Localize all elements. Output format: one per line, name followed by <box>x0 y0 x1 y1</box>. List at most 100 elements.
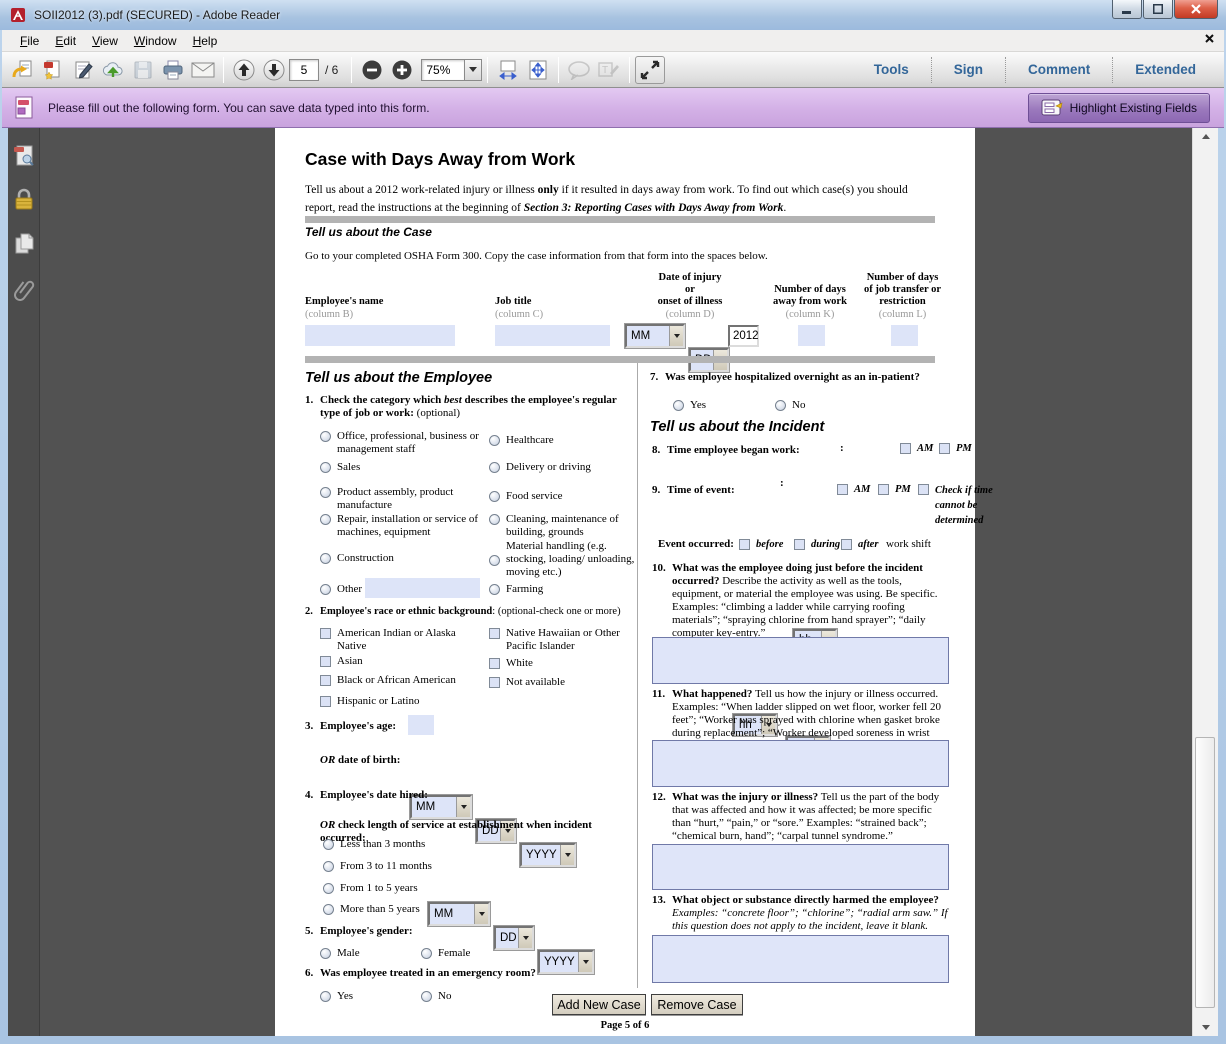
checkbox-icon[interactable] <box>739 539 750 550</box>
menu-window[interactable]: Window <box>126 31 185 51</box>
radio-icon[interactable] <box>320 487 331 498</box>
comment-panel-button[interactable]: Comment <box>1006 57 1112 83</box>
scroll-down-button[interactable] <box>1193 1019 1218 1036</box>
er-yes-option[interactable]: Yes <box>320 990 353 1003</box>
job-type-option[interactable]: Material handling (e.g. stocking, loadin… <box>489 540 637 579</box>
checkbox-icon[interactable] <box>918 484 929 495</box>
radio-icon[interactable] <box>489 584 500 595</box>
zoom-in-button[interactable] <box>387 56 417 84</box>
event-pm-option[interactable]: PM <box>878 483 911 496</box>
radio-icon[interactable] <box>489 491 500 502</box>
minimize-button[interactable] <box>1112 0 1142 19</box>
checkbox-icon[interactable] <box>878 484 889 495</box>
job-type-option[interactable]: Farming <box>489 583 634 596</box>
zoom-level-input[interactable]: 75% <box>421 59 465 81</box>
job-type-option[interactable]: Construction <box>320 552 500 565</box>
radio-icon[interactable] <box>320 553 331 564</box>
vertical-scrollbar[interactable] <box>1192 128 1218 1036</box>
job-type-option[interactable]: Office, professional, business or manage… <box>320 430 500 456</box>
chevron-down-icon[interactable] <box>456 797 470 817</box>
zoom-dropdown-button[interactable] <box>465 59 482 81</box>
began-work-pm-option[interactable]: PM <box>939 442 972 455</box>
radio-icon[interactable] <box>320 584 331 595</box>
service-length-option[interactable]: From 1 to 5 years <box>323 882 523 895</box>
page-number-input[interactable]: 5 <box>289 59 319 81</box>
checkbox-icon[interactable] <box>489 677 500 688</box>
job-title-field[interactable] <box>495 325 610 346</box>
highlight-fields-button[interactable]: Highlight Existing Fields <box>1028 93 1210 123</box>
hired-day-select[interactable]: DD <box>494 926 534 950</box>
checkbox-icon[interactable] <box>841 539 852 550</box>
injury-month-select[interactable]: MM <box>625 324 685 348</box>
add-new-case-button[interactable]: Add New Case <box>552 994 646 1015</box>
service-length-option[interactable]: More than 5 years <box>323 903 523 916</box>
event-after-option[interactable]: after <box>841 538 878 551</box>
fit-width-button[interactable] <box>493 56 523 84</box>
open-button[interactable] <box>8 56 38 84</box>
chevron-down-icon[interactable] <box>578 952 592 972</box>
maximize-button[interactable] <box>1143 0 1173 19</box>
remove-case-button[interactable]: Remove Case <box>651 994 743 1015</box>
radio-icon[interactable] <box>320 431 331 442</box>
q10-answer-textarea[interactable] <box>652 637 949 684</box>
attachments-button[interactable] <box>12 276 36 300</box>
radio-icon[interactable] <box>323 883 334 894</box>
job-type-option[interactable]: Food service <box>489 490 634 503</box>
other-job-type-field[interactable] <box>365 578 480 598</box>
time-cannot-be-determined-option[interactable]: Check if time cannot be determined <box>918 483 1003 528</box>
race-option[interactable]: American Indian or Alaska Native <box>320 627 480 653</box>
radio-icon[interactable] <box>489 555 500 566</box>
began-work-am-option[interactable]: AM <box>900 442 933 455</box>
radio-icon[interactable] <box>323 839 334 850</box>
hospitalized-no-option[interactable]: No <box>775 399 805 412</box>
fill-sign-button[interactable] <box>68 56 98 84</box>
radio-icon[interactable] <box>323 861 334 872</box>
hospitalized-yes-option[interactable]: Yes <box>673 399 706 412</box>
race-option[interactable]: Black or African American <box>320 674 490 687</box>
event-am-option[interactable]: AM <box>837 483 870 496</box>
job-type-option[interactable]: Repair, installation or service of machi… <box>320 513 505 539</box>
race-option[interactable]: Not available <box>489 676 639 689</box>
checkbox-icon[interactable] <box>320 656 331 667</box>
race-option[interactable]: Asian <box>320 655 480 668</box>
menubar-close-icon[interactable] <box>1205 34 1214 43</box>
fullscreen-button[interactable] <box>635 56 665 84</box>
race-option[interactable]: Native Hawaiian or Other Pacific Islande… <box>489 627 639 653</box>
race-option[interactable]: White <box>489 657 639 670</box>
close-button[interactable] <box>1174 0 1218 19</box>
radio-icon[interactable] <box>323 904 334 915</box>
job-type-option[interactable]: Cleaning, maintenance of building, groun… <box>489 513 634 539</box>
scrollbar-thumb[interactable] <box>1195 737 1215 1008</box>
service-length-option[interactable]: Less than 3 months <box>323 838 523 851</box>
radio-icon[interactable] <box>421 948 432 959</box>
event-before-option[interactable]: before <box>739 538 783 551</box>
tools-panel-button[interactable]: Tools <box>852 57 931 83</box>
create-pdf-button[interactable] <box>38 56 68 84</box>
chevron-down-icon[interactable] <box>518 928 532 948</box>
radio-icon[interactable] <box>489 514 500 525</box>
gender-female-option[interactable]: Female <box>421 947 470 960</box>
checkbox-icon[interactable] <box>489 628 500 639</box>
comment-bubble-button[interactable] <box>564 56 594 84</box>
radio-icon[interactable] <box>320 462 331 473</box>
send-cloud-button[interactable] <box>98 56 128 84</box>
security-button[interactable] <box>12 188 36 212</box>
birth-year-select[interactable]: YYYY <box>520 843 576 867</box>
checkbox-icon[interactable] <box>794 539 805 550</box>
job-type-option[interactable]: Sales <box>320 461 500 474</box>
employee-name-field[interactable] <box>305 325 455 346</box>
menu-help[interactable]: Help <box>185 31 226 51</box>
checkbox-icon[interactable] <box>489 658 500 669</box>
menu-file[interactable]: File <box>12 31 47 51</box>
checkbox-icon[interactable] <box>320 696 331 707</box>
page-thumbnails-button[interactable] <box>12 144 36 168</box>
menu-view[interactable]: View <box>84 31 126 51</box>
er-no-option[interactable]: No <box>421 990 451 1003</box>
radio-icon[interactable] <box>320 948 331 959</box>
job-type-option[interactable]: Delivery or driving <box>489 461 634 474</box>
q13-answer-textarea[interactable] <box>652 935 949 983</box>
fit-page-button[interactable] <box>523 56 553 84</box>
annotate-text-button[interactable]: T <box>594 56 624 84</box>
days-away-field[interactable] <box>798 325 825 346</box>
q11-answer-textarea[interactable] <box>652 740 949 787</box>
